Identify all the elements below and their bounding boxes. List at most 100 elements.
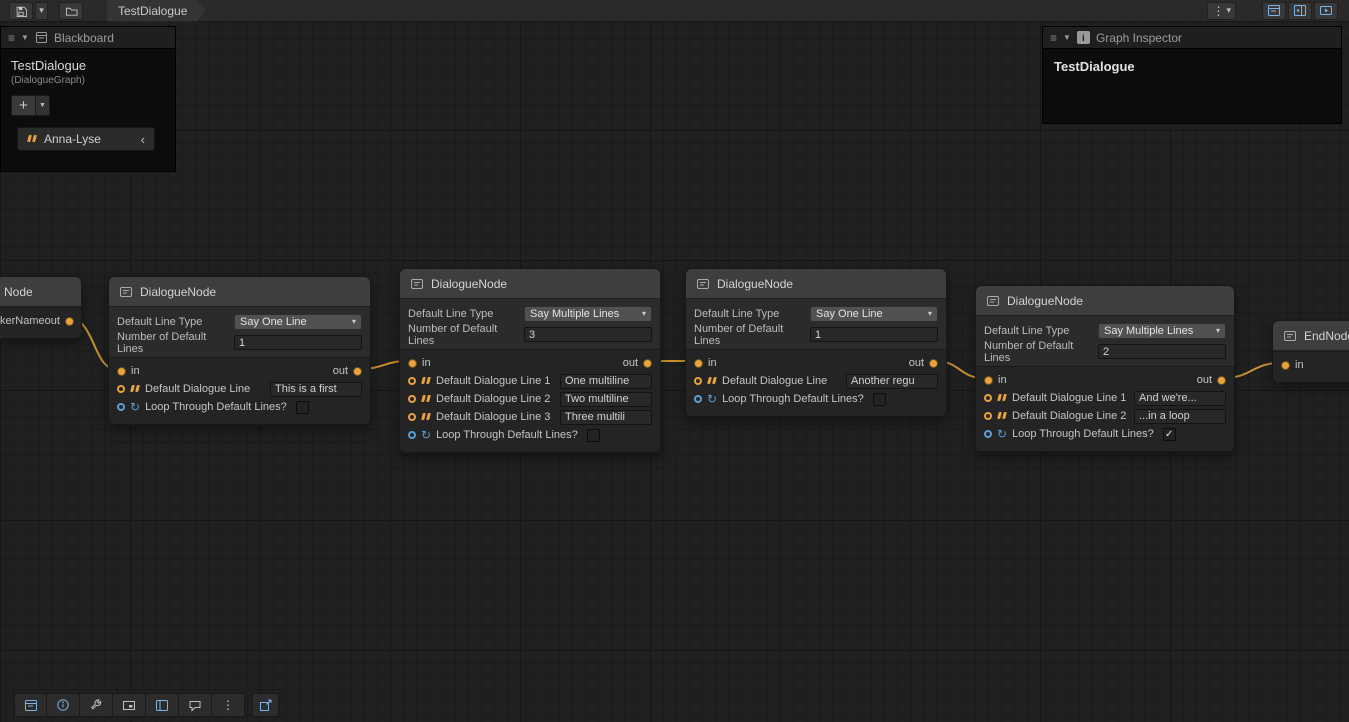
num-lines-input[interactable] [234,335,362,350]
num-lines-input[interactable] [810,327,938,342]
dialogue-node-3[interactable]: DialogueNode Default Line Type Say One L… [685,268,947,417]
node-title[interactable]: Node [0,277,81,307]
output-port[interactable]: out [1197,374,1226,386]
node-title[interactable]: DialogueNode [976,286,1234,316]
info-icon [56,698,70,712]
port-dot[interactable] [117,385,125,393]
output-port[interactable]: out [909,357,938,369]
speaker-node-partial[interactable]: Node kerName out [0,276,82,339]
dialogue-line-input[interactable] [270,382,362,397]
add-property-dropdown[interactable]: ▼ [36,95,50,116]
dialogue-line-input[interactable] [1134,409,1226,424]
input-port[interactable]: in [694,357,717,369]
chevron-down-icon: ▾ [39,5,44,16]
dialogue-node-2[interactable]: DialogueNode Default Line Type Say Multi… [399,268,661,453]
panels-button[interactable] [146,693,179,717]
dialogue-line-input[interactable] [846,374,938,389]
inspector-header[interactable]: ≡ ▼ i Graph Inspector [1043,27,1341,49]
top-toolbar: ▾ TestDialogue ⋮ ▾ [0,0,1349,22]
input-port[interactable]: in [984,374,1007,386]
port-dot[interactable] [1217,376,1226,385]
port-dot[interactable] [1281,361,1290,370]
dialogue-line-input[interactable] [560,374,652,389]
port-dot[interactable] [694,359,703,368]
node-title[interactable]: DialogueNode [686,269,946,299]
add-property-button[interactable]: + [11,95,36,116]
node-title[interactable]: DialogueNode [400,269,660,299]
port-dot[interactable] [408,377,416,385]
save-dropdown-button[interactable]: ▾ [35,2,48,20]
node-title[interactable]: DialogueNode [109,277,370,307]
port-label: Default Dialogue Line 3 [436,411,550,423]
preview-toggle-button[interactable] [1314,2,1338,20]
collapse-arrow-icon[interactable]: ▼ [21,33,29,42]
port-dot[interactable] [984,394,992,402]
dialogue-node-1[interactable]: DialogueNode Default Line Type Say One L… [108,276,371,425]
open-window-button[interactable] [252,693,279,717]
blackboard-toggle-button[interactable] [1262,2,1286,20]
blackboard-icon [35,31,48,44]
graph-inspector-panel[interactable]: ≡ ▼ i Graph Inspector TestDialogue [1042,26,1342,124]
dialogue-line-row: Default Dialogue Line 1 [976,389,1234,407]
node-title[interactable]: EndNode [1273,321,1349,351]
port-dot[interactable] [929,359,938,368]
dialogue-node-4[interactable]: DialogueNode Default Line Type Say Multi… [975,285,1235,452]
settings-button[interactable] [80,693,113,717]
dialogue-line-input[interactable] [560,392,652,407]
blackboard-header[interactable]: ≡ ▼ Blackboard [1,27,175,49]
line-type-dropdown[interactable]: Say One Line ▾ [810,306,938,322]
kebab-menu-icon: ⋮ [1212,4,1224,18]
port-dot[interactable] [408,413,416,421]
port-dot[interactable] [984,430,992,438]
port-dot[interactable] [408,359,417,368]
port-dot[interactable] [984,376,993,385]
port-dot[interactable] [65,317,74,326]
num-lines-input[interactable] [1098,344,1226,359]
port-dot[interactable] [117,403,125,411]
dialogue-line-input[interactable] [1134,391,1226,406]
loop-checkbox[interactable] [873,393,886,406]
end-node[interactable]: EndNode in [1272,320,1349,383]
blackboard-field-anna-lyse[interactable]: Anna-Lyse ‹ [17,127,155,151]
drag-handle-icon[interactable]: ≡ [1050,31,1057,45]
output-port[interactable]: out [623,357,652,369]
open-asset-button[interactable] [59,2,83,20]
port-dot[interactable] [694,377,702,385]
input-port[interactable]: in [1281,359,1304,371]
port-dot[interactable] [408,431,416,439]
minimap-button[interactable] [113,693,146,717]
dialogue-line-row: Default Dialogue Line 3 [400,408,660,426]
save-button[interactable] [9,2,33,20]
port-dot[interactable] [117,367,126,376]
loop-checkbox[interactable] [587,429,600,442]
chevron-left-icon[interactable]: ‹ [141,132,145,147]
input-port[interactable]: in [408,357,431,369]
output-port[interactable]: out [333,365,362,377]
port-dot[interactable] [353,367,362,376]
collapse-arrow-icon[interactable]: ▼ [1063,33,1071,42]
loop-checkbox[interactable]: ✓ [1163,428,1176,441]
inspector-toggle-button[interactable] [1288,2,1312,20]
port-dot[interactable] [408,395,416,403]
blackboard-button[interactable] [14,693,47,717]
output-port[interactable]: out [45,315,74,327]
dialogue-preview-button[interactable] [179,693,212,717]
more-options-button[interactable]: ⋮ ▾ [1207,2,1236,20]
line-type-dropdown[interactable]: Say One Line ▾ [234,314,362,330]
graph-inspector-button[interactable] [47,693,80,717]
blackboard-panel[interactable]: ≡ ▼ Blackboard TestDialogue (DialogueGra… [0,26,176,172]
graph-canvas[interactable]: Node kerName out DialogueNode Default Li… [0,0,1349,722]
port-dot[interactable] [694,395,702,403]
panel-title: Blackboard [54,31,114,45]
num-lines-input[interactable] [524,327,652,342]
port-dot[interactable] [984,412,992,420]
port-dot[interactable] [643,359,652,368]
breadcrumb[interactable]: TestDialogue [107,0,205,22]
line-type-dropdown[interactable]: Say Multiple Lines ▾ [524,306,652,322]
loop-checkbox[interactable] [296,401,309,414]
line-type-dropdown[interactable]: Say Multiple Lines ▾ [1098,323,1226,339]
input-port[interactable]: in [117,365,140,377]
drag-handle-icon[interactable]: ≡ [8,31,15,45]
dialogue-line-input[interactable] [560,410,652,425]
more-tools-button[interactable]: ⋮ [212,693,245,717]
